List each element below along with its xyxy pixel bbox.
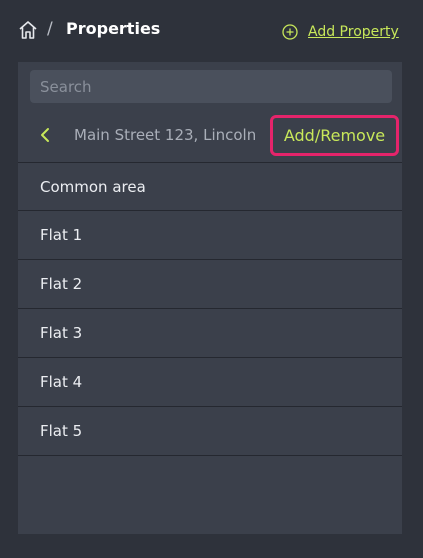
list-item[interactable]: Common area [18,162,402,211]
unit-list: Common area Flat 1 Flat 2 Flat 3 Flat 4 … [18,162,402,456]
add-property-button[interactable]: Add Property [282,21,399,43]
list-item[interactable]: Flat 4 [18,358,402,407]
search-input[interactable] [30,70,392,103]
page-title: Properties [66,19,161,38]
top-bar: / Properties Add Property [0,0,423,62]
list-item[interactable]: Flat 5 [18,407,402,456]
add-property-label: Add Property [308,24,399,40]
plus-circle-icon [282,24,298,40]
list-item[interactable]: Flat 2 [18,260,402,309]
property-panel: Main Street 123, Lincoln Add/Remove Comm… [18,62,402,534]
breadcrumb-separator: / [47,19,53,39]
list-item[interactable]: Flat 1 [18,211,402,260]
list-item[interactable]: Flat 3 [18,309,402,358]
home-icon[interactable] [18,20,38,40]
navigation-row: Main Street 123, Lincoln Add/Remove [18,112,402,160]
add-remove-button[interactable]: Add/Remove [270,115,399,156]
property-address: Main Street 123, Lincoln [74,126,257,144]
chevron-left-icon[interactable] [38,127,52,143]
